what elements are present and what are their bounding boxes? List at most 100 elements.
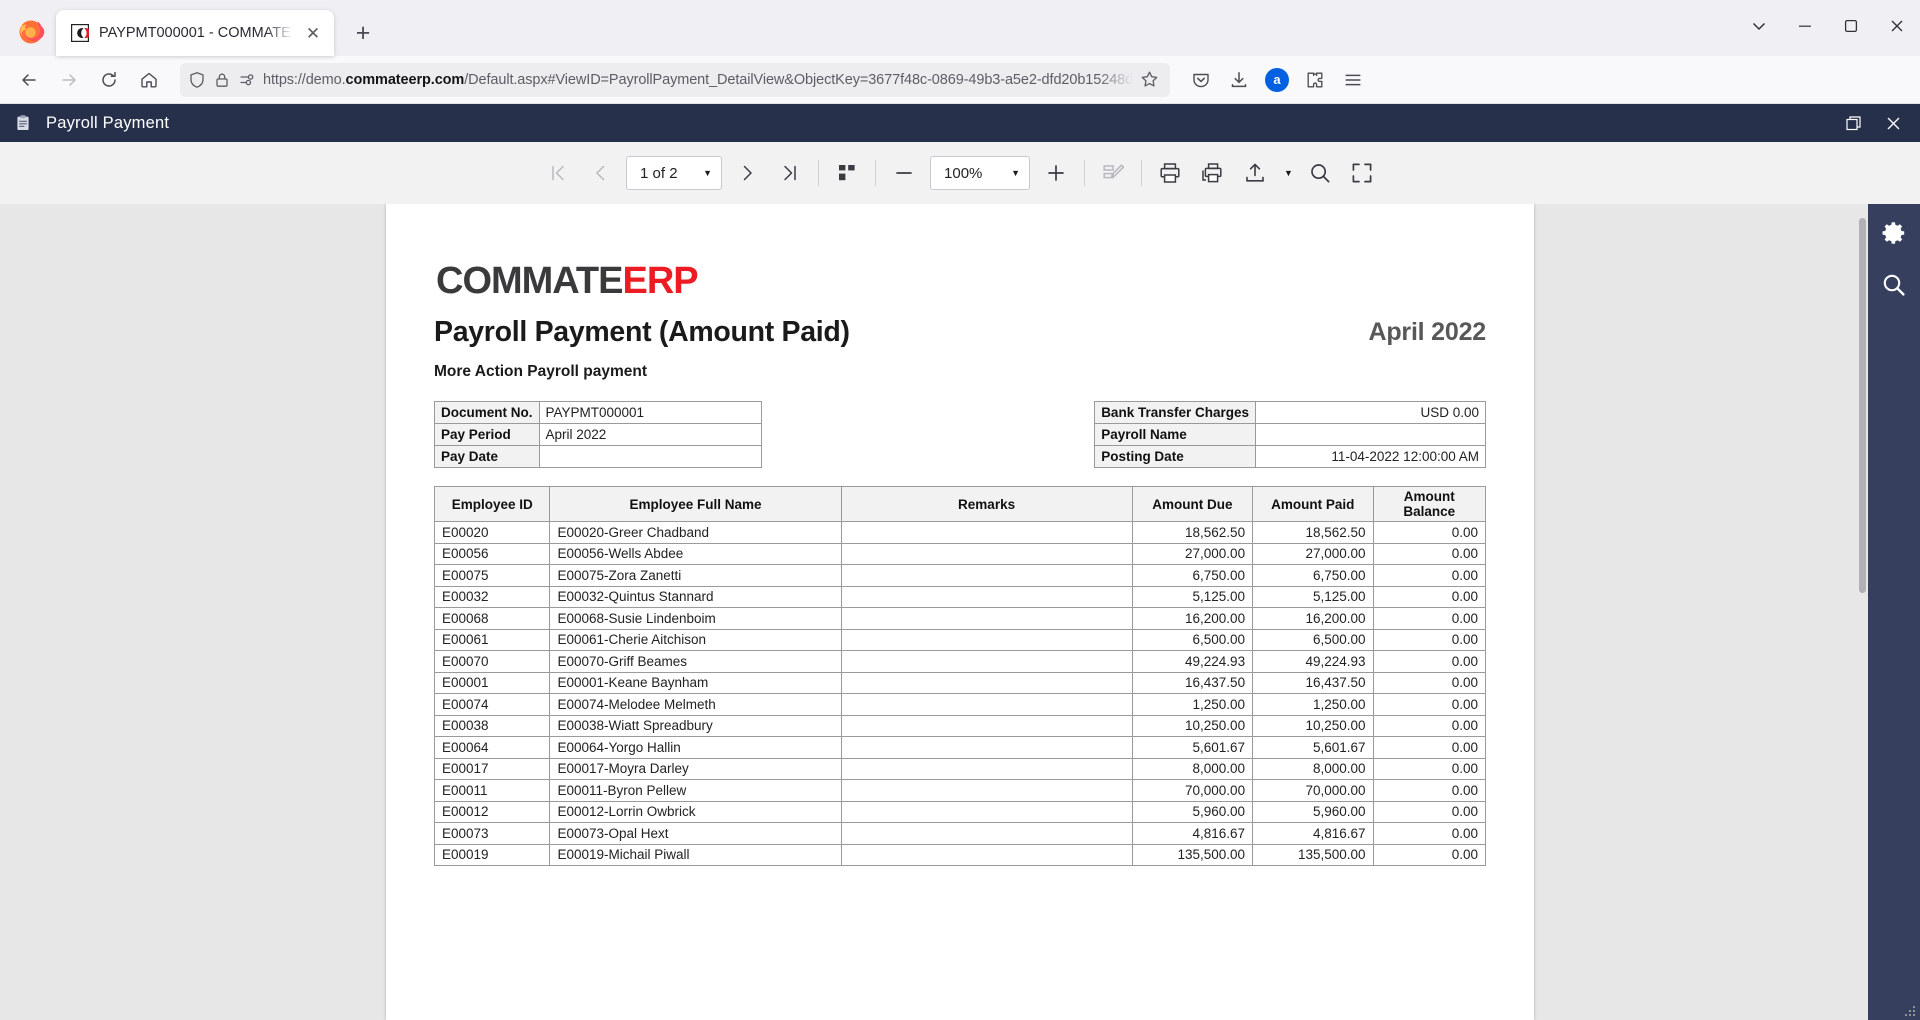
resize-grip-icon[interactable] [1903, 1004, 1917, 1018]
table-row: E00032 E00032-Quintus Stannard 5,125.00 5,1… [433, 585, 1487, 608]
application-menu-icon[interactable] [1334, 63, 1372, 97]
info-row: Pay Date [434, 445, 762, 468]
cell-amount-balance: 0.00 [1372, 822, 1487, 845]
cell-amount-due: 5,125.00 [1131, 585, 1254, 608]
clipboard-icon [14, 114, 32, 132]
minimize-button[interactable] [1782, 4, 1828, 48]
browser-tab-active[interactable]: PAYPMT000001 - COMMATE ERP ✕ [56, 10, 334, 56]
cell-amount-due: 5,601.67 [1131, 736, 1254, 759]
close-app-icon[interactable] [1880, 116, 1906, 131]
fullscreen-icon[interactable] [1341, 152, 1383, 194]
scrollbar-thumb[interactable] [1859, 218, 1866, 593]
cell-amount-paid: 27,000.00 [1252, 542, 1374, 565]
cell-amount-paid: 135,500.00 [1252, 843, 1374, 866]
tab-title: PAYPMT000001 - COMMATE ERP [99, 25, 293, 41]
account-avatar[interactable]: a [1258, 63, 1296, 97]
cell-remarks [840, 628, 1133, 651]
document-viewport: COMMATEERP Payroll Payment (Amount Paid)… [0, 204, 1920, 1020]
cell-amount-balance: 0.00 [1372, 693, 1487, 716]
lock-icon[interactable] [213, 71, 231, 89]
info-row: Bank Transfer Charges USD 0.00 [1094, 401, 1486, 424]
cell-amount-balance: 0.00 [1372, 779, 1487, 802]
first-page-icon[interactable] [537, 152, 579, 194]
back-button-icon[interactable] [10, 63, 48, 97]
tracking-protection-icon[interactable] [238, 71, 256, 89]
cell-amount-due: 135,500.00 [1131, 843, 1254, 866]
print-icon[interactable] [1149, 152, 1191, 194]
info-row: Pay Period April 2022 [434, 423, 762, 446]
page-number-value: 1 of 2 [640, 164, 678, 182]
next-page-icon[interactable] [727, 152, 769, 194]
maximize-button[interactable] [1828, 4, 1874, 48]
toolbar-separator [1084, 160, 1086, 186]
cell-amount-paid: 5,601.67 [1252, 736, 1374, 759]
cell-amount-paid: 16,437.50 [1252, 671, 1374, 694]
window-controls [1736, 4, 1920, 48]
cell-employee-id: E00032 [433, 585, 551, 608]
zoom-level-value: 100% [944, 164, 983, 182]
vertical-scrollbar[interactable] [1857, 204, 1868, 1020]
chevron-down-icon: ▼ [1011, 168, 1021, 178]
tab-close-icon[interactable]: ✕ [302, 22, 324, 44]
close-window-button[interactable] [1874, 4, 1920, 48]
browser-window: PAYPMT000001 - COMMATE ERP ✕ + [0, 0, 1920, 1020]
cell-employee-name: E00056-Wells Abdee [549, 542, 842, 565]
page-number-select[interactable]: 1 of 2 ▼ [626, 156, 723, 190]
multipage-view-icon[interactable] [826, 152, 868, 194]
report-period: April 2022 [1368, 318, 1486, 346]
shield-icon[interactable] [188, 71, 206, 89]
side-rail [1868, 204, 1920, 1020]
cell-employee-name: E00019-Michail Piwall [549, 843, 842, 866]
cell-remarks [840, 736, 1133, 759]
list-all-tabs-button[interactable] [1736, 4, 1782, 48]
reload-button-icon[interactable] [90, 63, 128, 97]
print-page-icon[interactable] [1191, 152, 1233, 194]
new-tab-button[interactable]: + [346, 16, 380, 50]
table-row: E00012 E00012-Lorrin Owbrick 5,960.00 5,960… [433, 800, 1487, 823]
table-row: E00068 E00068-Susie Lindenboim 16,200.00 16… [433, 607, 1487, 630]
cell-employee-name: E00017-Moyra Darley [549, 757, 842, 780]
cell-amount-paid: 49,224.93 [1252, 650, 1374, 673]
cell-remarks [840, 542, 1133, 565]
report-subtitle: More Action Payroll payment [434, 363, 648, 380]
table-header-row: Employee ID Employee Full Name Remarks A… [433, 486, 1487, 522]
restore-window-icon[interactable] [1840, 115, 1866, 131]
previous-page-icon[interactable] [579, 152, 621, 194]
last-page-icon[interactable] [769, 152, 811, 194]
bookmark-star-icon[interactable] [1140, 70, 1162, 89]
cell-amount-paid: 18,562.50 [1252, 521, 1374, 544]
forward-button-icon[interactable] [50, 63, 88, 97]
cell-remarks [840, 714, 1133, 737]
downloads-icon[interactable] [1220, 63, 1258, 97]
cell-remarks [840, 564, 1133, 587]
cell-employee-id: E00075 [433, 564, 551, 587]
zoom-level-select[interactable]: 100% ▼ [930, 156, 1031, 190]
info-label: Document No. [434, 401, 540, 424]
info-row: Document No. PAYPMT000001 [434, 401, 762, 424]
cell-employee-name: E00068-Susie Lindenboim [549, 607, 842, 630]
pocket-icon[interactable] [1182, 63, 1220, 97]
report-title-row: Payroll Payment (Amount Paid) April 2022 [434, 316, 1486, 349]
url-text[interactable]: https://demo.commateerp.com/Default.aspx… [263, 72, 1133, 88]
commate-favicon-icon [70, 23, 90, 43]
cell-amount-due: 16,437.50 [1131, 671, 1254, 694]
cell-employee-id: E00074 [433, 693, 551, 716]
export-button[interactable]: ▼ [1233, 152, 1299, 194]
document-info-body: Document No. PAYPMT000001 Pay Period Apr… [434, 401, 762, 468]
rail-search-icon[interactable] [1877, 268, 1911, 302]
table-row: E00074 E00074-Melodee Melmeth 1,250.00 1,25… [433, 693, 1487, 716]
url-bar[interactable]: https://demo.commateerp.com/Default.aspx… [180, 62, 1170, 97]
search-report-icon[interactable] [1299, 152, 1341, 194]
zoom-in-button[interactable] [1035, 152, 1077, 194]
table-row: E00017 E00017-Moyra Darley 8,000.00 8,000.0… [433, 757, 1487, 780]
home-button-icon[interactable] [130, 63, 168, 97]
edit-report-icon[interactable] [1092, 152, 1134, 194]
zoom-out-button[interactable] [883, 152, 925, 194]
settings-gear-icon[interactable] [1877, 216, 1911, 250]
table-row: E00073 E00073-Opal Hext 4,816.67 4,816.67 0.… [433, 822, 1487, 845]
table-row: E00064 E00064-Yorgo Hallin 5,601.67 5,601.6… [433, 736, 1487, 759]
info-label: Posting Date [1094, 445, 1256, 468]
extensions-icon[interactable] [1296, 63, 1334, 97]
table-row: E00019 E00019-Michail Piwall 135,500.00 135… [433, 843, 1487, 866]
cell-amount-balance: 0.00 [1372, 542, 1487, 565]
